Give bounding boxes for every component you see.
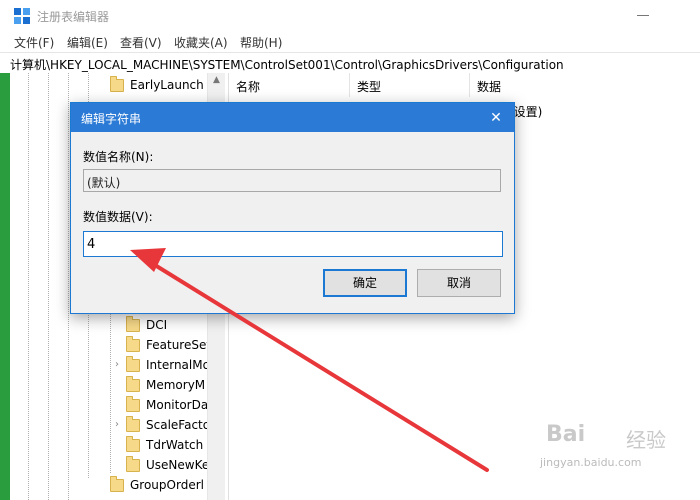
chevron-right-icon[interactable]: › <box>112 360 122 370</box>
folder-icon <box>126 436 140 452</box>
title-bar: 注册表编辑器 <box>0 0 700 32</box>
edit-string-dialog: 编辑字符串 ✕ 数值名称(N): (默认) 数值数据(V): 确定 取消 <box>70 102 515 314</box>
window-title: 注册表编辑器 <box>37 10 110 24</box>
address-bar[interactable]: 计算机\HKEY_LOCAL_MACHINE\SYSTEM\ControlSet… <box>0 52 700 74</box>
dialog-title-bar: 编辑字符串 ✕ <box>71 103 514 132</box>
menu-help[interactable]: 帮助(H) <box>240 34 282 51</box>
watermark: Bai 经验 jingyan.baidu.com <box>536 420 696 490</box>
tree-node-label: MonitorDa <box>146 398 209 412</box>
tree-guide-line <box>110 308 111 473</box>
minimize-button[interactable] <box>632 4 654 26</box>
folder-icon <box>126 396 140 412</box>
dialog-title: 编辑字符串 <box>81 112 142 126</box>
tree-node-label: UseNewKe <box>146 458 210 472</box>
tree-node-label: MemoryM <box>146 378 206 392</box>
tree-node-label: GroupOrderl <box>130 478 204 492</box>
tree-node-label: EarlyLaunch <box>130 78 204 92</box>
scroll-up-icon[interactable]: ▲ <box>208 75 225 89</box>
tree-guide-line <box>68 73 69 500</box>
column-header-data[interactable]: 数据 <box>470 73 700 97</box>
column-header-type[interactable]: 类型 <box>350 73 470 97</box>
tree-guide-line <box>48 73 49 500</box>
menu-file[interactable]: 文件(F) <box>14 34 54 51</box>
menu-edit[interactable]: 编辑(E) <box>67 34 108 51</box>
folder-icon <box>126 356 140 372</box>
folder-icon <box>126 336 140 352</box>
tree-node-label: ScaleFacto <box>146 418 211 432</box>
tree-node-label: InternalMo <box>146 358 210 372</box>
watermark-brand: 经验 <box>626 428 666 452</box>
column-header-label: 类型 <box>357 80 382 94</box>
folder-icon <box>126 376 140 392</box>
watermark-logo: Bai <box>546 422 586 447</box>
folder-icon <box>126 416 140 432</box>
folder-icon <box>110 76 124 92</box>
ok-button[interactable]: 确定 <box>323 269 407 297</box>
watermark-url: jingyan.baidu.com <box>540 456 642 469</box>
tree-node-label: TdrWatch <box>146 438 204 452</box>
folder-icon <box>126 316 140 332</box>
value-data-label: 数值数据(V): <box>83 210 153 224</box>
menu-view[interactable]: 查看(V) <box>120 34 162 51</box>
column-header-name[interactable]: 名称 <box>229 73 350 97</box>
folder-icon <box>110 476 124 492</box>
menu-favorites[interactable]: 收藏夹(A) <box>174 34 228 51</box>
window-edge <box>0 73 10 500</box>
column-header-label: 数据 <box>477 80 502 94</box>
tree-node-label: DCI <box>146 318 168 332</box>
tree-node-label: FeatureSet <box>146 338 212 352</box>
value-data-input[interactable] <box>83 231 503 257</box>
menu-bar: 文件(F) 编辑(E) 查看(V) 收藏夹(A) 帮助(H) <box>0 31 700 52</box>
registry-editor-icon <box>14 8 30 24</box>
value-name-label: 数值名称(N): <box>83 150 154 164</box>
address-path[interactable]: 计算机\HKEY_LOCAL_MACHINE\SYSTEM\ControlSet… <box>10 56 564 73</box>
column-header-label: 名称 <box>236 80 261 94</box>
close-icon[interactable]: ✕ <box>486 108 506 128</box>
chevron-right-icon[interactable]: › <box>112 420 122 430</box>
tree-guide-line <box>28 73 29 500</box>
value-name-field: (默认) <box>83 169 501 192</box>
folder-icon <box>126 456 140 472</box>
cancel-button[interactable]: 取消 <box>417 269 501 297</box>
